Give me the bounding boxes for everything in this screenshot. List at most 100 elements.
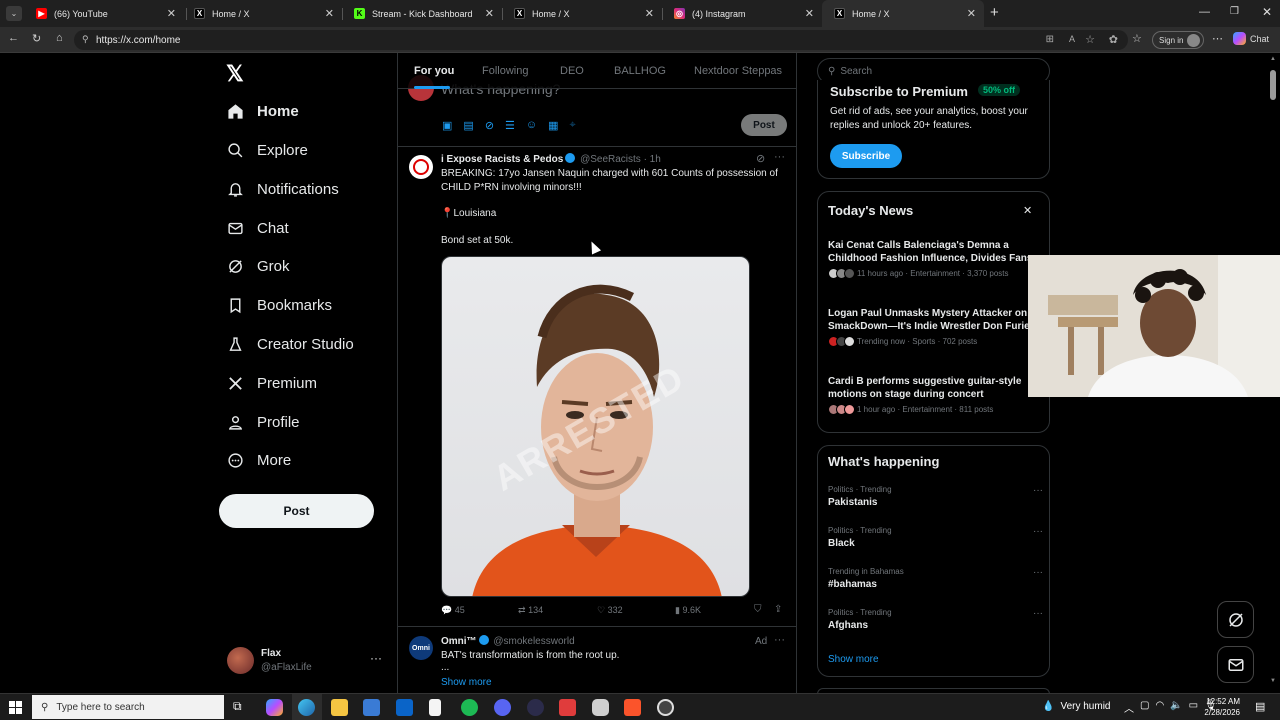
extension-icon[interactable]: ✿ — [1109, 33, 1118, 46]
tweet-author[interactable]: Omni™ — [441, 636, 477, 647]
news-item[interactable]: Kai Cenat Calls Balenciaga's Demna a Chi… — [828, 239, 1033, 279]
nav-premium[interactable]: Premium — [227, 368, 317, 398]
media-icon[interactable]: ▣ — [442, 119, 452, 135]
emoji-icon[interactable]: ☺ — [526, 119, 537, 135]
discord-icon[interactable] — [494, 699, 511, 716]
new-tab-icon[interactable]: + — [990, 4, 999, 21]
post-button[interactable]: Post — [219, 494, 374, 528]
scrollbar-down-icon[interactable]: ▼ — [1270, 678, 1276, 684]
grok-float-button[interactable] — [1217, 601, 1254, 638]
browser-tab-x-2[interactable]: X Home / X ✕ — [502, 0, 662, 27]
settings-more-icon[interactable]: ⋯ — [1212, 32, 1223, 45]
nav-explore[interactable]: Explore — [227, 135, 308, 165]
notepad-icon[interactable] — [429, 699, 441, 716]
account-more-icon[interactable]: ··· — [370, 651, 382, 665]
trend-item[interactable]: Trending in Bahamas #bahamas ··· — [828, 567, 1043, 590]
notification-center-icon[interactable]: ▤ — [1255, 700, 1265, 713]
favorite-star-icon[interactable]: ☆ — [1085, 33, 1095, 46]
obs-icon[interactable] — [657, 699, 674, 716]
read-aloud-icon[interactable]: A — [1069, 34, 1075, 44]
poll-icon[interactable]: ☰ — [505, 119, 515, 135]
browser-tab-instagram[interactable]: ◎ (4) Instagram ✕ — [662, 0, 822, 27]
views-action[interactable]: ▮ 9.6K — [675, 605, 701, 616]
account-switcher[interactable]: Flax @aFlaxLife ··· — [227, 645, 385, 677]
close-window-icon[interactable]: ✕ — [1262, 5, 1272, 19]
tweet-time[interactable]: · 1h — [644, 154, 661, 165]
outlook-icon[interactable] — [396, 699, 413, 716]
composer-post-button[interactable]: Post — [741, 114, 787, 136]
grok-explain-icon[interactable]: ⊘ — [756, 152, 765, 165]
nav-notifications[interactable]: Notifications — [227, 174, 339, 204]
tweet-handle[interactable]: @smokelessworld — [493, 636, 574, 647]
nav-chat[interactable]: Chat — [227, 213, 289, 243]
windows-start-icon[interactable] — [9, 701, 22, 714]
location-icon[interactable]: ⌖ — [570, 119, 576, 135]
grok-compose-icon[interactable]: ⊘ — [485, 119, 494, 135]
clock[interactable]: 12:52 AM 2/28/2026 — [1202, 696, 1240, 718]
messages-float-button[interactable] — [1217, 646, 1254, 683]
like-action[interactable]: ♡ 332 — [597, 605, 623, 616]
nav-home[interactable]: Home — [227, 96, 299, 126]
minimize-icon[interactable]: — — [1199, 6, 1210, 18]
tab-nextdoor-steppas[interactable]: Nextdoor Steppas — [694, 65, 782, 77]
refresh-icon[interactable]: ↻ — [32, 32, 41, 45]
x-logo-icon[interactable]: 𝕏 — [226, 61, 244, 87]
wifi-icon[interactable]: ◠ — [1155, 700, 1164, 715]
nav-more[interactable]: More — [227, 445, 291, 475]
nav-profile[interactable]: Profile — [227, 407, 300, 437]
restore-icon[interactable]: ❐ — [1230, 6, 1239, 17]
close-news-icon[interactable]: ✕ — [1023, 204, 1032, 217]
site-info-icon[interactable]: ⚲ — [82, 34, 89, 45]
show-more-link[interactable]: Show more — [441, 677, 492, 688]
tweet-more-icon[interactable]: ··· — [774, 151, 785, 163]
app-available-icon[interactable]: ⊞ — [1046, 34, 1054, 45]
news-item[interactable]: Logan Paul Unmasks Mystery Attacker on S… — [828, 307, 1033, 347]
browser-tab-youtube[interactable]: ▶ (66) YouTube ✕ — [24, 0, 184, 27]
close-tab-icon[interactable]: ✕ — [645, 7, 654, 20]
task-view-icon[interactable]: ⧉ — [233, 699, 242, 714]
close-tab-icon[interactable]: ✕ — [967, 7, 976, 20]
trend-more-icon[interactable]: ··· — [1033, 485, 1043, 496]
subscribe-button[interactable]: Subscribe — [830, 144, 902, 168]
recorder-icon[interactable] — [559, 699, 576, 716]
battery-icon[interactable]: ▭ — [1189, 700, 1198, 715]
trend-item[interactable]: Politics · Trending Afghans ··· — [828, 608, 1043, 631]
brave-icon[interactable] — [624, 699, 641, 716]
shield-icon[interactable] — [592, 699, 609, 716]
store-icon[interactable] — [363, 699, 380, 716]
browser-tab-x[interactable]: X Home / X ✕ — [182, 0, 342, 27]
tweet-more-icon[interactable]: ··· — [774, 634, 785, 646]
volume-icon[interactable]: 🔈 — [1170, 700, 1182, 715]
tray-chevron-icon[interactable]: ︿ — [1124, 700, 1134, 715]
share-icon[interactable]: ⇪ — [774, 604, 782, 615]
news-item[interactable]: Cardi B performs suggestive guitar-style… — [828, 375, 1033, 415]
nav-grok[interactable]: Grok — [227, 251, 290, 281]
trend-item[interactable]: Politics · Trending Black ··· — [828, 526, 1043, 549]
reply-action[interactable]: 💬 45 — [441, 605, 465, 616]
tab-ballhog[interactable]: BALLHOG — [614, 65, 666, 77]
browser-tab-kick[interactable]: K Stream - Kick Dashboard ✕ — [342, 0, 502, 27]
taskbar-search[interactable]: ⚲ Type here to search — [32, 695, 224, 719]
nav-bookmarks[interactable]: Bookmarks — [227, 290, 332, 320]
page-scrollbar[interactable]: ▲ ▼ — [1270, 56, 1276, 692]
gif-icon[interactable]: ▤ — [463, 119, 473, 135]
tab-deo[interactable]: DEO — [560, 65, 584, 77]
nav-creator-studio[interactable]: Creator Studio — [227, 329, 354, 359]
file-explorer-icon[interactable] — [331, 699, 348, 716]
scrollbar-thumb[interactable] — [1270, 70, 1276, 100]
tweet-avatar[interactable] — [409, 155, 433, 179]
bookmark-action-icon[interactable]: ⛉ — [754, 604, 762, 615]
trend-more-icon[interactable]: ··· — [1033, 526, 1043, 537]
signin-button[interactable]: Sign in — [1152, 31, 1204, 49]
close-tab-icon[interactable]: ✕ — [325, 7, 334, 20]
copilot-chat-button[interactable]: Chat — [1233, 32, 1269, 45]
tweet-avatar[interactable]: Omni — [409, 636, 433, 660]
tweet-image[interactable]: ARRESTED — [441, 256, 750, 597]
scrollbar-up-icon[interactable]: ▲ — [1270, 56, 1276, 62]
trend-more-icon[interactable]: ··· — [1033, 567, 1043, 578]
trend-item[interactable]: Politics · Trending Pakistanis ··· — [828, 485, 1043, 508]
tab-following[interactable]: Following — [482, 65, 528, 77]
tray-app-icon[interactable]: ▢ — [1140, 700, 1149, 715]
copilot-taskbar-icon[interactable] — [266, 699, 283, 716]
tweet-author[interactable]: i Expose Racists & Pedos — [441, 154, 563, 165]
